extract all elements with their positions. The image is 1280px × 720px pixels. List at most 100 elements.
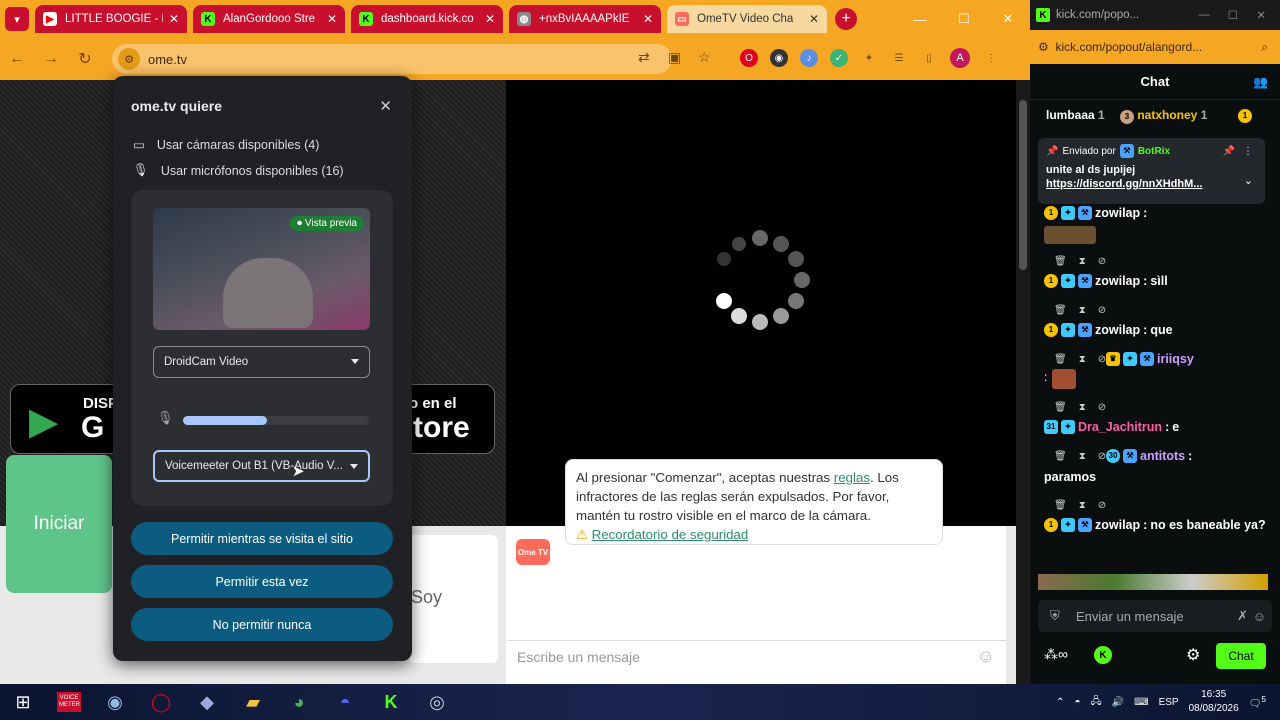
discord-icon[interactable]: ◓ [322, 684, 368, 720]
allow-while-visiting-button[interactable]: Permitir mientras se visita el sitio [131, 522, 393, 555]
address-bar[interactable]: ⚙ ome.tv ⇄ ▣ ☆ [112, 44, 711, 74]
delete-icon[interactable]: 🗑 [1054, 354, 1067, 365]
mod-controls[interactable]: 🗑 ⧗ ⊘ [1054, 256, 1106, 267]
mod-controls[interactable]: 🗑 ⧗ ⊘ [1054, 402, 1106, 413]
chat-message[interactable]: 30 ⚒ antitots: [1106, 449, 1192, 463]
notification-icon[interactable]: 🗨5 [1249, 694, 1266, 709]
back-icon[interactable]: ← [0, 50, 34, 68]
voicemeeter-icon[interactable]: VOICE METER [46, 684, 92, 720]
close-icon[interactable]: ✕ [809, 12, 819, 26]
points-icon[interactable]: ⁂∞ [1044, 646, 1068, 663]
maximize-icon[interactable]: ☐ [942, 11, 986, 27]
close-icon[interactable]: ✕ [643, 12, 653, 26]
mod-controls[interactable]: 🗑 ⧗ ⊘ [1054, 305, 1106, 316]
obs-icon[interactable]: ◎ [414, 684, 460, 720]
ban-icon[interactable]: ⊘ [1098, 500, 1106, 511]
gear-icon[interactable]: ⚙ [1186, 645, 1200, 665]
scroll-thumb[interactable] [1019, 100, 1027, 270]
chevron-down-icon[interactable]: ⌄ [1244, 174, 1253, 187]
chat-message[interactable]: 1 ✦ ⚒ zowilap: sìll [1044, 274, 1168, 288]
allow-this-time-button[interactable]: Permitir esta vez [131, 565, 393, 598]
sound-icon[interactable]: ♪ [800, 49, 818, 67]
volume-icon[interactable]: 🔊 [1112, 697, 1124, 708]
tab-1[interactable]: K AlanGordooo Stre ✕ [193, 5, 345, 33]
mic-select[interactable]: Voicemeeter Out B1 (VB-Audio V... [153, 450, 370, 482]
safety-link[interactable]: Recordatorio de seguridad [592, 527, 749, 542]
site-info-icon[interactable]: ⚙ [118, 48, 140, 70]
chat-send-button[interactable]: Chat [1216, 643, 1266, 669]
network-icon[interactable]: 🖧 [1091, 694, 1102, 711]
timeout-icon[interactable]: ⧗ [1079, 305, 1086, 316]
start-button[interactable]: Iniciar [6, 455, 112, 593]
zoom-icon[interactable]: ⌕ [1261, 40, 1268, 55]
opera-icon[interactable]: ◯ [138, 684, 184, 720]
keyboard-icon[interactable]: ⌨ [1134, 697, 1148, 708]
delete-icon[interactable]: 🗑 [1054, 500, 1067, 511]
translate-icon[interactable]: ⇄ [638, 49, 650, 66]
menu-icon[interactable]: ⋮ [982, 49, 1000, 67]
mod-controls[interactable]: 🗑 ⧗ ⊘ [1054, 500, 1106, 511]
google-play-badge[interactable]: ▶ DISP G [10, 384, 130, 454]
unpin-icon[interactable]: 📌 [1223, 146, 1235, 157]
profile-avatar[interactable]: A [950, 48, 970, 68]
ban-icon[interactable]: ⊘ [1098, 305, 1106, 316]
delete-icon[interactable]: 🗑 [1054, 451, 1067, 462]
kick-emote-icon[interactable]: ✗ [1237, 608, 1248, 624]
chat-message[interactable]: ♛ ✦ ⚒ iriiqsy [1106, 352, 1194, 366]
bookmark-star-icon[interactable]: ☆ [698, 49, 711, 66]
timeout-icon[interactable]: ⧗ [1079, 402, 1086, 413]
delete-icon[interactable]: 🗑 [1054, 256, 1067, 267]
message-input[interactable]: Escribe un mensaje ☺ [507, 640, 1007, 672]
maximize-icon[interactable]: ☐ [1228, 8, 1238, 22]
sidebar-icon[interactable]: ▯ [920, 49, 938, 67]
chat-message[interactable]: 1 ✦ ⚒ zowilap: [1044, 206, 1147, 220]
opera-icon[interactable]: O [740, 49, 758, 67]
top-user-1[interactable]: lumbaaa 1 [1046, 108, 1105, 122]
close-icon[interactable]: ✕ [1256, 8, 1266, 22]
never-allow-button[interactable]: No permitir nunca [131, 608, 393, 641]
tab-3[interactable]: ◍ +nxBvIAAAAPkIE ✕ [509, 5, 661, 33]
ban-icon[interactable]: ⊘ [1098, 451, 1106, 462]
top-user-2[interactable]: 3 natxhoney 1 [1120, 108, 1207, 124]
puzzle-icon[interactable]: ✦ [860, 49, 878, 67]
kick-icon[interactable]: K [1094, 646, 1112, 664]
chat-message[interactable]: 1 ✦ ⚒ zowilap: que [1044, 323, 1173, 337]
timeout-icon[interactable]: ⧗ [1079, 500, 1086, 511]
chat-input[interactable]: ⛨ Enviar un mensaje ✗ ☺ [1038, 600, 1272, 632]
delete-icon[interactable]: 🗑 [1054, 305, 1067, 316]
close-icon[interactable]: ✕ [379, 97, 392, 115]
chat-message[interactable]: 1 ✦ ⚒ zowilap: no es baneable ya? [1044, 518, 1266, 532]
rules-link[interactable]: reglas [834, 470, 870, 485]
file-explorer-icon[interactable]: ▰ [230, 684, 276, 720]
close-icon[interactable]: ✕ [485, 12, 495, 26]
ban-icon[interactable]: ⊘ [1098, 402, 1106, 413]
emoji-icon[interactable]: ☺ [1253, 609, 1266, 624]
more-options-icon[interactable]: ⋮ [1243, 146, 1253, 157]
clock[interactable]: 16:35 08/08/2026 [1189, 688, 1239, 716]
tab-search-icon[interactable]: ▾ [5, 7, 29, 31]
chrome-icon[interactable]: ◕ [276, 684, 322, 720]
extension-badge-icon[interactable]: ✓ [830, 49, 848, 67]
delete-icon[interactable]: 🗑 [1054, 402, 1067, 413]
chevron-up-icon[interactable]: ⌃ [1056, 697, 1064, 708]
media-icon[interactable]: ☰ [890, 49, 908, 67]
cast-icon[interactable]: ▣ [668, 49, 681, 66]
tab-4[interactable]: ▭ OmeTV Video Cha ✕ [667, 5, 827, 33]
emoji-icon[interactable]: ☺ [977, 646, 995, 667]
close-icon[interactable]: ✕ [986, 11, 1030, 27]
steam-icon[interactable]: ◉ [92, 684, 138, 720]
minimize-icon[interactable]: — [1199, 9, 1211, 21]
tab-0[interactable]: ▶ LITTLE BOOGIE - E ✕ [35, 5, 187, 33]
app-icon[interactable]: ◆ [184, 684, 230, 720]
ban-icon[interactable]: ⊘ [1098, 354, 1106, 365]
camera-select[interactable]: DroidCam Video [153, 346, 370, 378]
discord-tray-icon[interactable]: ◓ [1074, 697, 1080, 708]
forward-icon[interactable]: → [34, 50, 68, 68]
tab-2[interactable]: Kdashboard.kick.co ✕ [351, 5, 503, 33]
users-icon[interactable]: 👥 [1253, 75, 1268, 89]
pinned-link[interactable]: https://discord.gg/nnXHdhM... [1046, 178, 1257, 190]
close-icon[interactable]: ✕ [327, 12, 337, 26]
close-icon[interactable]: ✕ [169, 12, 179, 26]
new-tab-button[interactable]: + [835, 8, 857, 30]
ghostery-icon[interactable]: ◉ [770, 49, 788, 67]
